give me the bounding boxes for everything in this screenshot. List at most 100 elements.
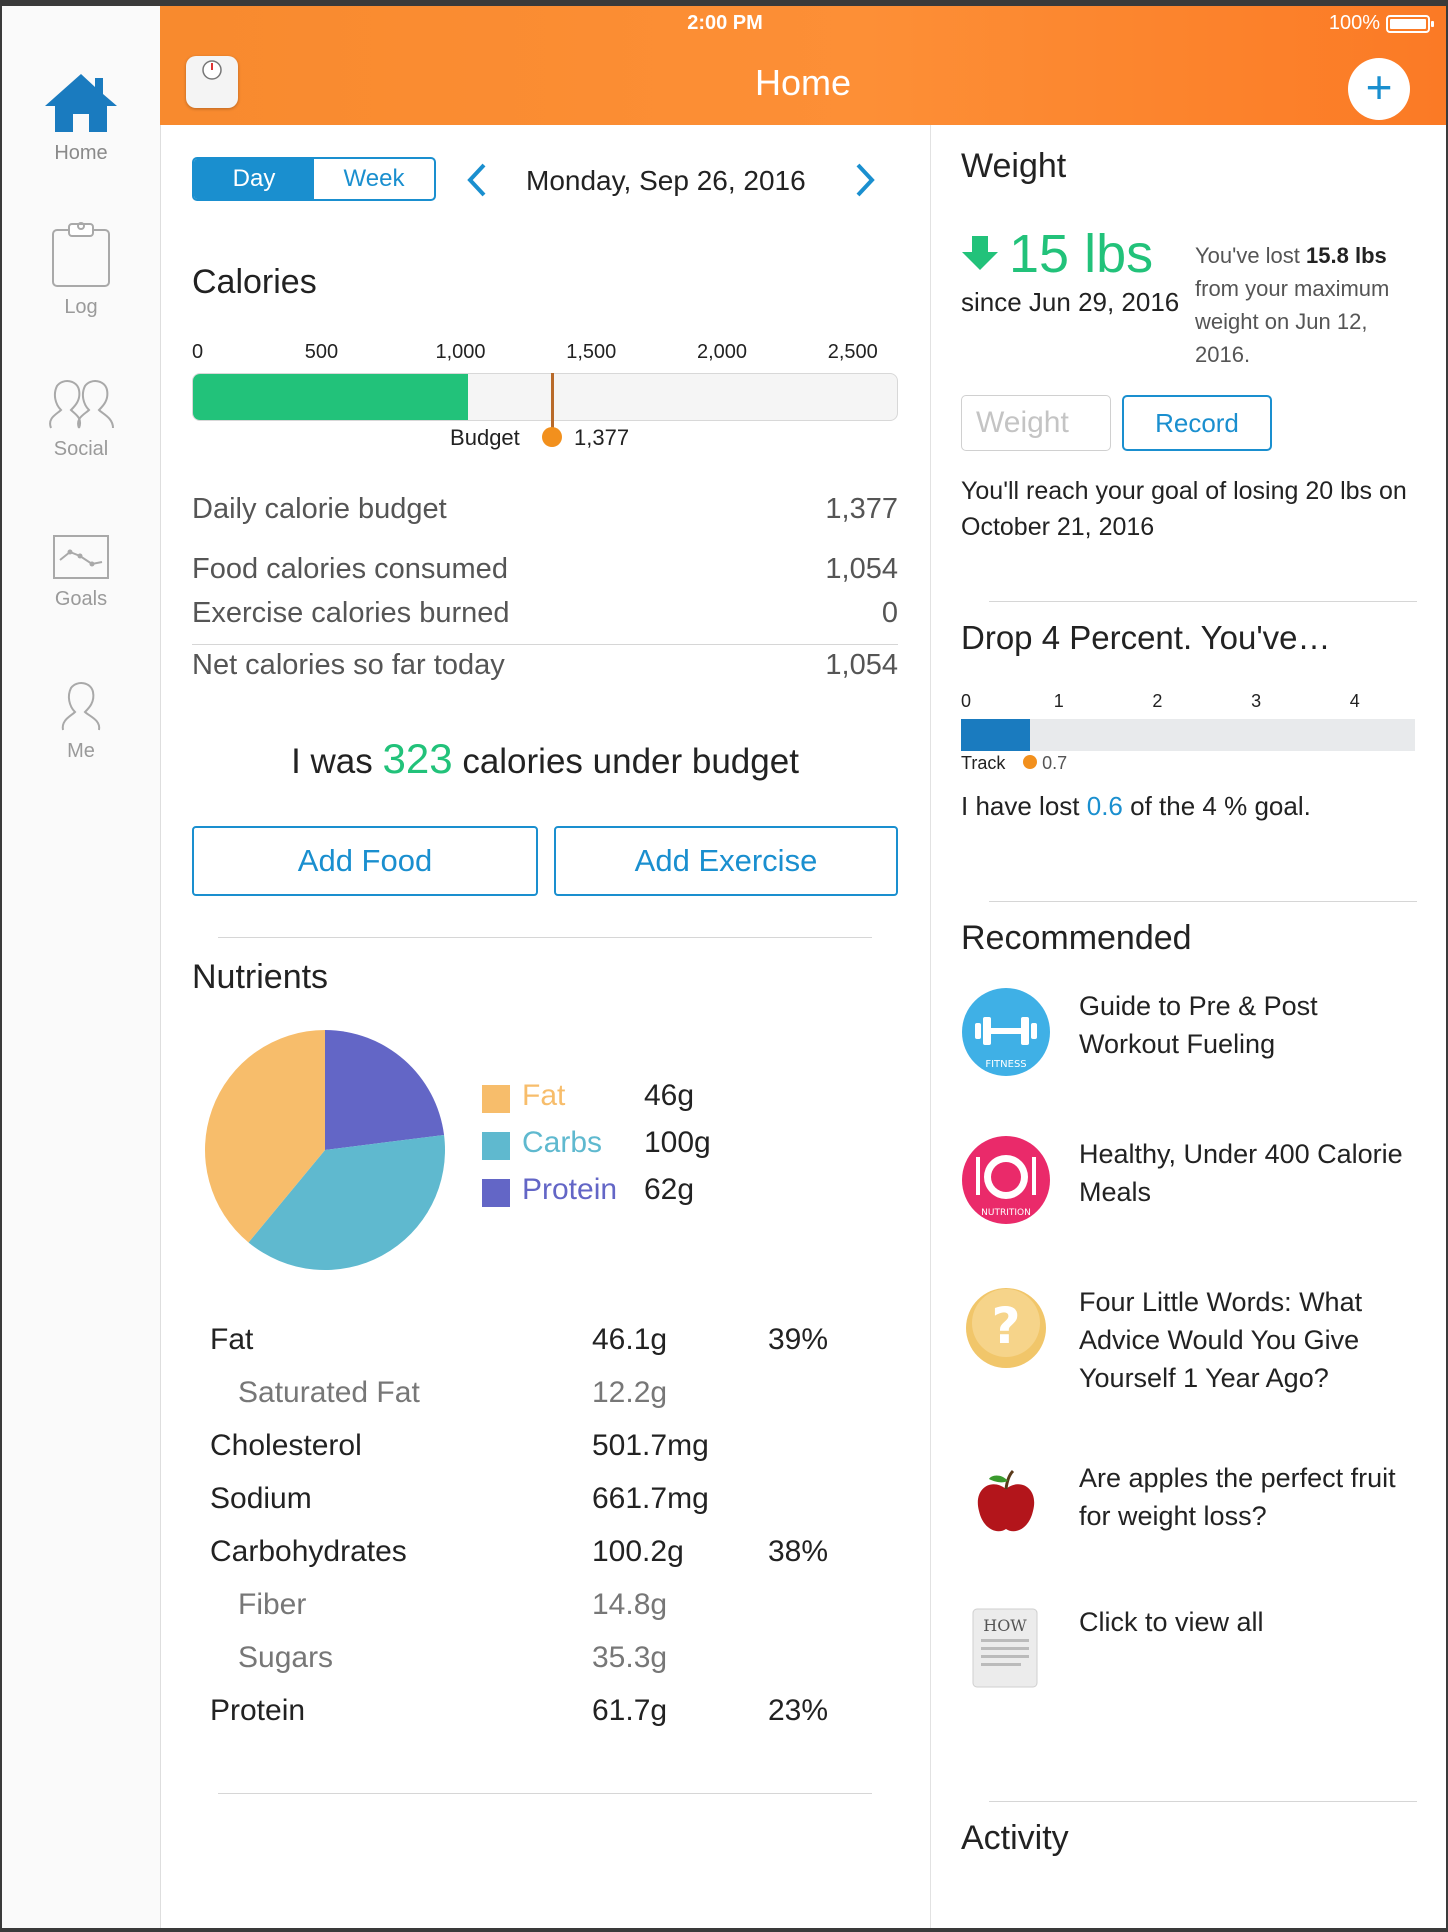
percent-progress-bar [961,719,1415,751]
page-title: Home [754,62,852,103]
nutrition-icon: NUTRITION [962,1136,1050,1224]
weight-title: Weight [961,147,1067,185]
current-date: Monday, Sep 26, 2016 [526,165,806,196]
recommended-item-text: Healthy, Under 400 Calorie Meals [1079,1139,1403,1207]
nutrient-amount: 61.7g [592,1694,668,1727]
percent-progress-fill [961,719,1031,751]
pie-slice-protein [325,1030,445,1150]
weight-input[interactable]: Weight [961,395,1111,451]
recommended-item[interactable]: NUTRITION Healthy, Under 400 Calorie Mea… [961,1135,1431,1235]
lost-value: 0.6 [1086,791,1123,821]
divider [192,644,898,645]
legend-amount: 100g [644,1126,711,1159]
percent-scale-tick: 4 [1349,691,1360,711]
calorie-row: Daily calorie budget 1,377 [192,493,898,526]
weight-lost-value: 15 lbs [1009,224,1154,284]
recommended-item[interactable]: Are apples the perfect fruit for weight … [961,1459,1431,1559]
sidebar-item-goals[interactable]: Goals [2,534,160,611]
book-badge: HOW [983,1616,1027,1635]
sidebar-item-social[interactable]: Social [2,378,160,461]
percent-scale-tick: 0 [961,691,972,711]
nutrient-name: Fat [210,1323,254,1356]
plus-icon: + [1365,61,1393,113]
track-dot [1023,755,1038,769]
calorie-row-value: 1,054 [825,649,898,681]
add-exercise-button[interactable]: Add Exercise [554,826,898,896]
nutrient-row: Carbohydrates 100.2g 38% [210,1535,850,1569]
nutrient-name: Cholesterol [210,1429,362,1462]
nutrient-pie-chart [204,1030,445,1270]
nutrient-name: Carbohydrates [210,1535,407,1568]
weight-note-suffix: from your maximum weight on Jun 12, 2016… [1195,276,1390,367]
weight-lost: 15 lbs [961,223,1153,285]
nutrient-amount: 12.2g [592,1376,668,1409]
under-number: 323 [382,735,453,782]
person-icon [61,682,101,731]
percent-goal-title: Drop 4 Percent. You've… [961,619,1331,656]
calorie-scale-tick: 0 [192,341,204,363]
svg-text:?: ? [991,1297,1020,1355]
record-button[interactable]: Record [1122,395,1272,451]
question-icon: ? [966,1288,1046,1368]
budget-marker [551,373,555,435]
recommended-item-text: Are apples the perfect fruit for weight … [1079,1463,1396,1531]
legend-amount: 62g [644,1173,695,1206]
nutrient-name: Sodium [210,1482,312,1515]
sidebar-item-log[interactable]: Log [2,220,160,319]
calorie-row-value: 0 [881,597,898,629]
calories-title: Calories [192,263,317,301]
track-value: 0.7 [1042,753,1068,773]
calorie-scale-tick: 2,000 [696,341,748,363]
nutrient-amount: 661.7mg [592,1482,709,1515]
recommended-title: Recommended [961,919,1192,957]
view-all-link[interactable]: HOW Click to view all [961,1603,1431,1703]
sidebar-item-label: Me [67,740,95,762]
nutrient-name: Sugars [238,1641,334,1674]
percent-scale-tick: 1 [1053,691,1064,711]
sidebar-item-label: Home [54,142,108,164]
battery-percent: 100% [1328,12,1380,34]
legend-swatch [482,1085,510,1113]
track-label: Track [961,753,1006,773]
chevron-right-icon[interactable] [844,155,884,205]
recommended-item[interactable]: FITNESS Guide to Pre & Post Workout Fuel… [961,987,1431,1087]
calorie-row-label: Exercise calories burned [192,597,510,629]
divider [989,601,1417,602]
nutrient-row: Saturated Fat 12.2g [210,1376,850,1410]
status-time: 2:00 PM [687,12,763,34]
main-column: Day Week Monday, Sep 26, 2016 Calories 0… [160,125,930,1928]
nutrient-row: Cholesterol 501.7mg [210,1429,850,1463]
calorie-scale-tick: 500 [304,341,339,363]
right-column: Weight 15 lbs since Jun 29, 2016 You've … [930,125,1446,1928]
calorie-scale-tick: 1,500 [566,341,617,363]
sidebar-item-home[interactable]: Home [2,72,160,165]
sidebar-item-me[interactable]: Me [2,678,160,763]
under-budget-summary: I was 323 calories under budget [160,735,930,783]
week-tab[interactable]: Week [314,159,434,199]
day-week-toggle: Day Week [192,157,436,201]
nutrient-row: Sugars 35.3g [210,1641,850,1675]
lost-suffix: of the 4 % goal. [1130,791,1311,821]
nutrition-badge: NUTRITION [981,1208,1031,1218]
calorie-row: Net calories so far today 1,054 [192,649,898,682]
sidebar-item-label: Log [64,296,98,318]
recommended-item-text: Guide to Pre & Post Workout Fueling [1079,991,1318,1059]
lost-prefix: I have lost [961,791,1080,821]
weight-note: You've lost 15.8 lbs from your maximum w… [1195,239,1425,371]
add-food-button[interactable]: Add Food [192,826,538,896]
status-battery: 100% [1328,12,1434,35]
calorie-progress-fill [193,374,468,420]
day-tab[interactable]: Day [194,159,314,199]
calorie-row-label: Net calories so far today [192,649,505,681]
divider [989,1801,1417,1802]
social-icon [49,380,114,429]
nutrient-amount: 46.1g [592,1323,668,1356]
legend-name: Carbs [522,1126,603,1159]
nutrient-row: Fat 46.1g 39% [210,1323,850,1357]
recommended-item[interactable]: ? Four Little Words: What Advice Would Y… [961,1283,1431,1393]
chevron-left-icon[interactable] [458,155,498,205]
nutrient-percent: 23% [768,1694,829,1727]
under-prefix: I was [291,742,373,781]
calorie-row-value: 1,377 [825,493,898,525]
add-entry-button[interactable]: + [1348,58,1410,120]
